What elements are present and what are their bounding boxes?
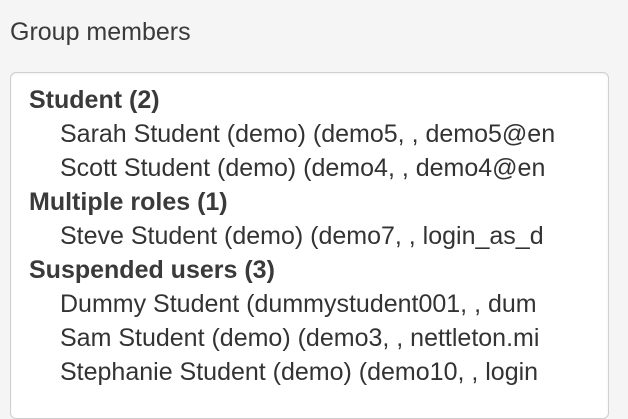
group-header-multiple-roles: Multiple roles (1) xyxy=(29,188,228,216)
member-option[interactable]: Steve Student (demo) (demo7, , login_as_… xyxy=(60,219,600,253)
group-multiple-roles: Multiple roles (1) Steve Student (demo) … xyxy=(11,185,600,253)
group-members-listbox[interactable]: Student (2) Sarah Student (demo) (demo5,… xyxy=(10,72,609,419)
group-student: Student (2) Sarah Student (demo) (demo5,… xyxy=(11,83,600,185)
group-members-list: Student (2) Sarah Student (demo) (demo5,… xyxy=(11,83,600,418)
member-option[interactable]: Sam Student (demo) (demo3, , nettleton.m… xyxy=(60,321,600,355)
member-option[interactable]: Scott Student (demo) (demo4, , demo4@en xyxy=(60,151,600,185)
member-option[interactable]: Dummy Student (dummystudent001, , dum xyxy=(60,287,600,321)
member-option[interactable]: Sarah Student (demo) (demo5, , demo5@en xyxy=(60,117,600,151)
group-header-student: Student (2) xyxy=(29,86,160,114)
group-members-label: Group members xyxy=(10,18,191,46)
member-option[interactable]: Stephanie Student (demo) (demo10, , logi… xyxy=(60,355,600,389)
group-suspended-users: Suspended users (3) Dummy Student (dummy… xyxy=(11,253,600,389)
group-header-suspended-users: Suspended users (3) xyxy=(29,256,275,284)
